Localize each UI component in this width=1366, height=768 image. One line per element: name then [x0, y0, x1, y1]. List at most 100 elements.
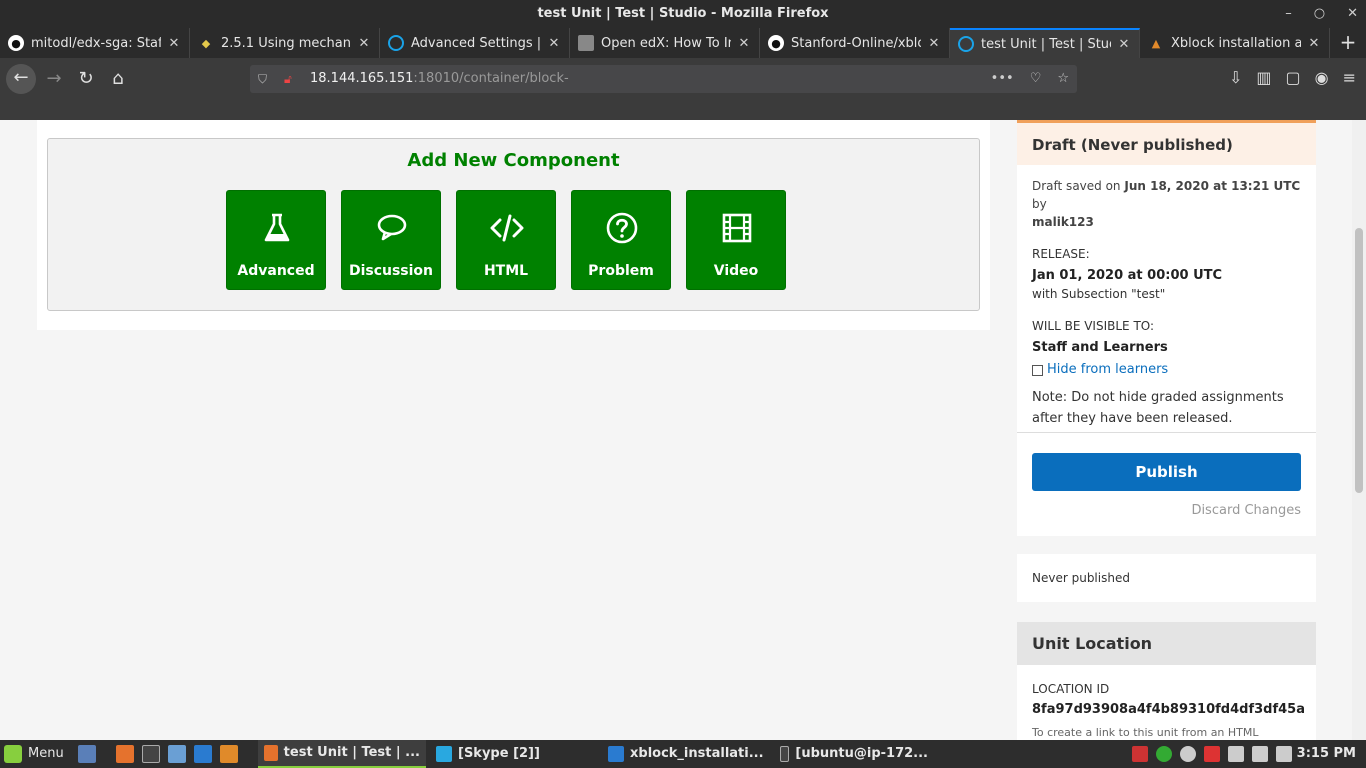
insecure-lock-icon[interactable]: 🔓︎ [284, 65, 300, 93]
edx-circle-icon [388, 35, 404, 51]
tab-label: Open edX: How To Insta [601, 35, 731, 51]
close-tab-icon[interactable]: ✕ [167, 36, 181, 51]
bookmark-star-icon[interactable]: ☆ [1057, 65, 1069, 93]
battery-icon[interactable] [1252, 746, 1268, 762]
taskbar-window-firefox[interactable]: test Unit | Test | ... [258, 740, 426, 768]
close-tab-icon[interactable]: ✕ [1117, 37, 1131, 52]
tab-open-edx-howto[interactable]: Open edX: How To Insta ✕ [570, 28, 760, 58]
anydesk-icon[interactable] [1204, 746, 1220, 762]
page-scrollbar[interactable] [1352, 120, 1366, 740]
publish-status-panel: Draft (Never published) Draft saved on J… [1017, 120, 1316, 536]
taskbar-window-label: xblock_installati... [630, 746, 764, 761]
vscode-launcher-icon[interactable] [194, 745, 212, 763]
shield-tray-icon[interactable] [1132, 746, 1148, 762]
hide-from-learners-row[interactable]: Hide from learners [1032, 361, 1301, 379]
tab-label: Advanced Settings | Do [411, 35, 541, 51]
code-icon [490, 214, 524, 242]
bluetooth-icon[interactable] [1180, 746, 1196, 762]
shield-icon[interactable]: ⛉ [258, 65, 274, 93]
page-actions-icon[interactable]: ••• [991, 65, 1014, 93]
taskbar-window-label: [ubuntu@ip-172... [795, 746, 928, 761]
files-launcher-icon[interactable] [168, 745, 186, 763]
unit-location-title: Unit Location [1017, 622, 1316, 665]
page-thumbnail-icon [578, 35, 594, 51]
app-launcher-icon[interactable] [220, 745, 238, 763]
discard-changes-link[interactable]: Discard Changes [1191, 503, 1301, 518]
add-component-title: Add New Component [407, 150, 620, 171]
video-component-button[interactable]: Video [686, 190, 786, 290]
back-icon[interactable]: ← [6, 64, 36, 94]
minimize-icon[interactable]: – [1285, 0, 1292, 28]
html-component-button[interactable]: HTML [456, 190, 556, 290]
vscode-icon [608, 746, 624, 762]
update-check-icon[interactable] [1156, 746, 1172, 762]
tab-xblock-installation[interactable]: ▲ Xblock installation and ✕ [1140, 28, 1330, 58]
close-tab-icon[interactable]: ✕ [927, 36, 941, 51]
home-icon[interactable]: ⌂ [104, 65, 132, 93]
taskbar-window-label: test Unit | Test | ... [283, 745, 420, 760]
close-tab-icon[interactable]: ✕ [547, 36, 561, 51]
tab-label: Xblock installation and [1171, 35, 1301, 51]
tab-label: mitodl/edx-sga: Staff G [31, 35, 161, 51]
hide-from-learners-checkbox[interactable] [1032, 364, 1043, 376]
mint-logo-icon [4, 745, 22, 763]
window-titlebar: test Unit | Test | Studio - Mozilla Fire… [0, 0, 1366, 28]
close-window-icon[interactable]: ✕ [1347, 0, 1358, 28]
release-subsection: with Subsection "test" [1032, 287, 1166, 301]
hide-from-learners-label[interactable]: Hide from learners [1047, 361, 1168, 379]
tab-edx-sga[interactable]: ● mitodl/edx-sga: Staff G ✕ [0, 28, 190, 58]
taskbar-window-terminal[interactable]: [ubuntu@ip-172... [774, 740, 934, 768]
downloads-icon[interactable]: ⇩ [1229, 68, 1242, 87]
tab-advanced-settings[interactable]: Advanced Settings | Do ✕ [380, 28, 570, 58]
pocket-icon[interactable]: ♡ [1030, 65, 1042, 93]
system-tray [1132, 746, 1292, 762]
component-label: Problem [588, 263, 654, 279]
tab-label: 2.5.1 Using mechanica [221, 35, 351, 51]
network-icon[interactable] [1228, 746, 1244, 762]
url-host: 18.144.165.151 [310, 71, 414, 86]
firefox-icon [264, 745, 278, 761]
close-tab-icon[interactable]: ✕ [357, 36, 371, 51]
component-label: HTML [483, 263, 529, 279]
close-tab-icon[interactable]: ✕ [1307, 36, 1321, 51]
draft-saved-info: Draft saved on Jun 18, 2020 at 13:21 UTC… [1032, 177, 1301, 231]
visibility-note: Note: Do not hide graded assignments aft… [1032, 390, 1284, 426]
question-circle-icon [606, 212, 638, 244]
firefox-launcher-icon[interactable] [116, 745, 134, 763]
start-menu-button[interactable]: Menu [4, 740, 64, 768]
url-bar[interactable]: ⛉ 🔓︎ 18.144.165.151:18010/container/bloc… [250, 65, 1077, 114]
tab-test-unit[interactable]: test Unit | Test | Studio ✕ [950, 28, 1140, 58]
edx-circle-icon [958, 36, 974, 52]
volume-icon[interactable] [1276, 746, 1292, 762]
close-tab-icon[interactable]: ✕ [737, 36, 751, 51]
scrollbar-thumb[interactable] [1355, 228, 1363, 493]
film-icon [722, 213, 752, 243]
tab-mechanical[interactable]: ◆ 2.5.1 Using mechanica ✕ [190, 28, 380, 58]
github-icon: ● [8, 35, 24, 51]
component-label: Discussion [348, 263, 434, 279]
maximize-icon[interactable]: ○ [1314, 0, 1325, 28]
problem-component-button[interactable]: Problem [571, 190, 671, 290]
taskbar-clock[interactable]: 3:15 PM [1297, 740, 1356, 768]
advanced-component-button[interactable]: Advanced [226, 190, 326, 290]
taskbar-window-skype[interactable]: [Skype [2]] [430, 740, 600, 768]
taskbar-window-vscode[interactable]: xblock_installati... [602, 740, 772, 768]
terminal-launcher-icon[interactable] [142, 745, 160, 763]
release-label: RELEASE: [1032, 247, 1090, 261]
new-tab-icon[interactable]: + [1330, 28, 1366, 58]
account-icon[interactable]: ◉ [1315, 68, 1329, 87]
publish-button[interactable]: Publish [1032, 453, 1301, 491]
tab-stanford-xblock[interactable]: ● Stanford-Online/xblock ✕ [760, 28, 950, 58]
library-icon[interactable]: ▥ [1256, 68, 1271, 87]
reload-icon[interactable]: ↻ [72, 65, 100, 93]
github-icon: ● [768, 35, 784, 51]
sidebar-icon[interactable]: ▢ [1286, 68, 1301, 87]
flask-icon [264, 213, 290, 242]
draft-saved-user: malik123 [1032, 215, 1094, 229]
forward-icon[interactable]: → [40, 65, 68, 93]
discussion-component-button[interactable]: Discussion [341, 190, 441, 290]
show-desktop-icon[interactable] [78, 745, 96, 763]
location-link-note: To create a link to this unit from an HT… [1032, 726, 1259, 739]
page-content: Add New Component Advanced Discussion HT… [0, 120, 1366, 740]
hamburger-menu-icon[interactable]: ≡ [1343, 68, 1356, 87]
